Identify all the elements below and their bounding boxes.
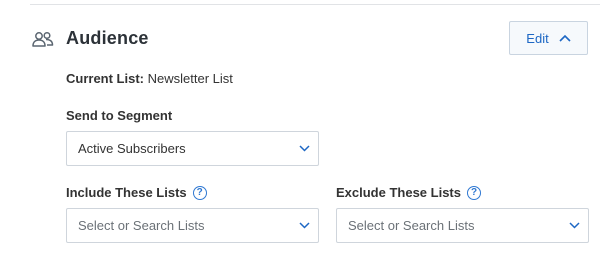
include-lists-placeholder: Select or Search Lists bbox=[78, 218, 205, 233]
chevron-down-icon bbox=[569, 222, 580, 229]
chevron-down-icon bbox=[299, 222, 310, 229]
include-lists-label-text: Include These Lists bbox=[66, 185, 187, 200]
exclude-lists-select[interactable]: Select or Search Lists bbox=[336, 208, 589, 243]
chevron-down-icon bbox=[299, 145, 310, 152]
segment-label-text: Send to Segment bbox=[66, 108, 173, 123]
edit-button-label: Edit bbox=[526, 30, 549, 46]
segment-selected-value: Active Subscribers bbox=[78, 141, 186, 156]
help-icon[interactable]: ? bbox=[192, 185, 207, 200]
exclude-lists-label-text: Exclude These Lists bbox=[336, 185, 461, 200]
current-list-label: Current List: bbox=[66, 71, 144, 86]
segment-label: Send to Segment bbox=[66, 108, 172, 123]
edit-button[interactable]: Edit bbox=[509, 21, 588, 55]
current-list-value: Newsletter List bbox=[147, 71, 233, 86]
section-title: Audience bbox=[66, 28, 149, 48]
help-icon[interactable]: ? bbox=[467, 185, 481, 200]
segment-select[interactable]: Active Subscribers bbox=[66, 131, 319, 166]
exclude-lists-placeholder: Select or Search Lists bbox=[348, 218, 475, 233]
current-list: Current List: Newsletter List bbox=[66, 71, 233, 86]
chevron-up-icon bbox=[559, 34, 571, 42]
include-lists-select[interactable]: Select or Search Lists bbox=[66, 208, 319, 243]
users-icon bbox=[32, 31, 54, 47]
include-lists-label: Include These Lists ? bbox=[66, 185, 207, 200]
exclude-lists-label: Exclude These Lists ? bbox=[336, 185, 481, 200]
section-divider bbox=[30, 4, 600, 5]
